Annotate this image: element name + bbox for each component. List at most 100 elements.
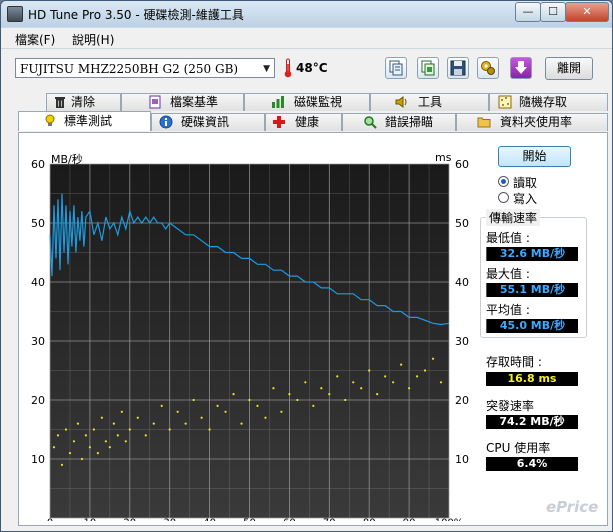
copy-text-button[interactable] xyxy=(385,57,407,79)
drive-select-value: FUJITSU MHZ2250BH G2 (250 GB) xyxy=(20,62,239,76)
access-time-point xyxy=(344,398,347,402)
menu-help[interactable]: 說明(H) xyxy=(72,31,114,48)
access-time-point xyxy=(368,369,371,372)
access-time-point xyxy=(376,393,379,396)
access-time-point xyxy=(232,393,235,396)
tab-folder-usage[interactable]: 資料夾使用率 xyxy=(456,113,608,131)
close-button[interactable]: ✕ xyxy=(565,2,609,22)
tab-health-label: 健康 xyxy=(295,115,320,129)
plot-grid xyxy=(49,163,450,519)
write-radio[interactable] xyxy=(498,192,509,203)
access-time-point xyxy=(400,363,403,366)
tab-folder-usage-label: 資料夾使用率 xyxy=(500,115,573,129)
download-button[interactable] xyxy=(510,57,532,79)
download-icon xyxy=(515,61,527,74)
y-tick-label-right: 40 xyxy=(455,276,469,289)
x-tick-label: 0 xyxy=(47,517,53,521)
tab-error-scan[interactable]: 錯誤掃瞄 xyxy=(342,113,456,131)
x-tick-label: 70 xyxy=(323,517,336,521)
max-label: 最大值 : xyxy=(486,267,530,281)
access-time-point xyxy=(216,404,219,407)
access-time-point xyxy=(72,440,76,443)
options-icon xyxy=(481,61,495,75)
tab-erase-label: 清除 xyxy=(71,95,96,109)
access-time-point xyxy=(120,410,123,413)
title-bar[interactable]: HD Tune Pro 3.50 - 硬碟檢測-維護工具 — ☐ ✕ xyxy=(1,1,612,27)
save-icon xyxy=(450,60,466,76)
access-time-point xyxy=(136,416,139,419)
x-tick-label: 100% xyxy=(435,517,464,521)
save-button[interactable] xyxy=(447,57,469,79)
tab-file-benchmark[interactable]: 檔案基準 xyxy=(121,93,244,111)
access-time-point xyxy=(92,428,95,431)
access-time-point xyxy=(264,416,267,419)
start-button[interactable]: 開始 xyxy=(498,146,571,167)
y-tick-label-left: 20 xyxy=(31,394,45,407)
tab-erase[interactable]: 清除 xyxy=(46,93,121,111)
lightbulb-icon xyxy=(45,114,55,126)
access-time-point xyxy=(288,393,291,396)
tab-drive-info[interactable]: 硬碟資訊 xyxy=(151,113,265,131)
eprice-watermark: ePrice xyxy=(546,498,599,516)
access-time-point xyxy=(68,452,72,455)
y-tick-label-right: 50 xyxy=(455,217,469,230)
access-time-point xyxy=(423,369,427,372)
y-tick-label-left: 50 xyxy=(31,217,45,230)
access-time-point xyxy=(168,428,171,431)
options-button[interactable] xyxy=(477,57,499,79)
avg-value: 45.0 MB/秒 xyxy=(486,319,578,333)
minimize-button[interactable]: — xyxy=(515,2,541,22)
file-benchmark-icon xyxy=(149,95,161,109)
tab-health[interactable]: 健康 xyxy=(265,113,342,131)
access-time-point xyxy=(84,434,88,437)
access-time-point xyxy=(272,387,275,390)
access-time-point xyxy=(248,398,251,402)
y-tick-label-left: 40 xyxy=(31,276,45,289)
cpu-usage-label: CPU 使用率 xyxy=(486,441,551,455)
read-radio[interactable] xyxy=(498,176,509,187)
access-time-point xyxy=(112,422,115,425)
menu-file[interactable]: 檔案(F) xyxy=(15,31,55,48)
access-time-point xyxy=(60,463,64,466)
tab-disk-monitor-label: 磁碟監視 xyxy=(294,95,343,109)
y-tick-label-left: 10 xyxy=(31,453,45,466)
x-tick-label: 30 xyxy=(163,517,176,521)
copy-screenshot-button[interactable] xyxy=(417,57,439,79)
y-tick-label-right: 10 xyxy=(455,453,469,466)
access-time-point xyxy=(320,387,323,390)
x-tick-label: 20 xyxy=(123,517,136,521)
tab-tools[interactable]: 工具 xyxy=(370,93,489,111)
access-time-point xyxy=(256,404,259,407)
chevron-down-icon: ▼ xyxy=(263,64,270,74)
access-time-point xyxy=(312,404,315,407)
min-value: 32.6 MB/秒 xyxy=(486,247,578,261)
access-time-point xyxy=(152,422,155,425)
tab-disk-monitor[interactable]: 磁碟監視 xyxy=(244,93,370,111)
speaker-icon xyxy=(395,96,407,108)
access-time-point xyxy=(160,404,163,407)
exit-button[interactable]: 離開 xyxy=(545,57,593,80)
drive-select[interactable]: FUJITSU MHZ2250BH G2 (250 GB) ▼ xyxy=(15,58,275,78)
x-tick-label: 80 xyxy=(363,517,376,521)
burst-rate-label: 突發速率 xyxy=(486,399,535,413)
burst-rate-value: 74.2 MB/秒 xyxy=(486,415,578,429)
tab-tools-label: 工具 xyxy=(418,95,443,109)
x-tick-label: 90 xyxy=(403,517,416,521)
tab-benchmark[interactable]: 標準測試 xyxy=(18,111,151,131)
tab-random-access[interactable]: 隨機存取 xyxy=(489,93,608,111)
access-time-point xyxy=(144,434,147,437)
folder-icon xyxy=(477,117,491,128)
avg-label: 平均值 : xyxy=(486,303,530,317)
y-tick-label-right: 20 xyxy=(455,394,469,407)
random-access-icon xyxy=(498,95,512,109)
access-time-point xyxy=(80,457,84,461)
access-time-point xyxy=(56,434,60,437)
x-tick-label: 40 xyxy=(203,517,216,521)
y-tick-label-left: 30 xyxy=(31,335,45,348)
access-time-point xyxy=(192,398,195,402)
access-time-point xyxy=(392,381,395,384)
access-time-point xyxy=(328,393,331,396)
maximize-button[interactable]: ☐ xyxy=(540,2,566,22)
y-tick-label-right: 30 xyxy=(455,335,469,348)
x-tick-label: 60 xyxy=(283,517,296,521)
